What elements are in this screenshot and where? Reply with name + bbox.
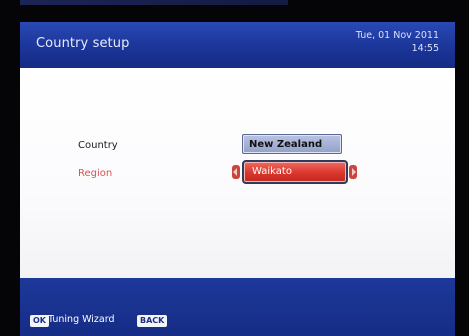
screen-bezel-top [0, 0, 469, 22]
ok-key-badge[interactable]: OK [30, 315, 49, 327]
screen-bezel-left [0, 0, 20, 336]
tv-screen: Country setup Tue, 01 Nov 2011 14:55 Cou… [0, 0, 469, 336]
region-label: Region [78, 168, 113, 179]
footer-bar: OK Tuning Wizard BACK [20, 278, 455, 336]
back-key-badge[interactable]: BACK [137, 315, 168, 327]
country-selector[interactable]: New Zealand [242, 134, 342, 154]
tuning-wizard-label: Tuning Wizard [48, 314, 115, 325]
region-selector-group: Waikato [232, 160, 357, 186]
right-arrow-icon[interactable] [349, 165, 357, 179]
settings-panel: Country New Zealand Region Waikato [20, 68, 455, 278]
left-arrow-icon[interactable] [232, 165, 240, 179]
date-time: Tue, 01 Nov 2011 14:55 [356, 29, 439, 55]
date-text: Tue, 01 Nov 2011 [355, 30, 439, 41]
time-text: 14:55 [411, 43, 439, 54]
country-label: Country [78, 140, 118, 151]
header-bar: Country setup Tue, 01 Nov 2011 14:55 [20, 22, 455, 68]
screen-bezel-right [455, 0, 469, 336]
bezel-glare [8, 0, 288, 5]
page-title: Country setup [36, 36, 130, 51]
region-selector[interactable]: Waikato [242, 160, 348, 184]
